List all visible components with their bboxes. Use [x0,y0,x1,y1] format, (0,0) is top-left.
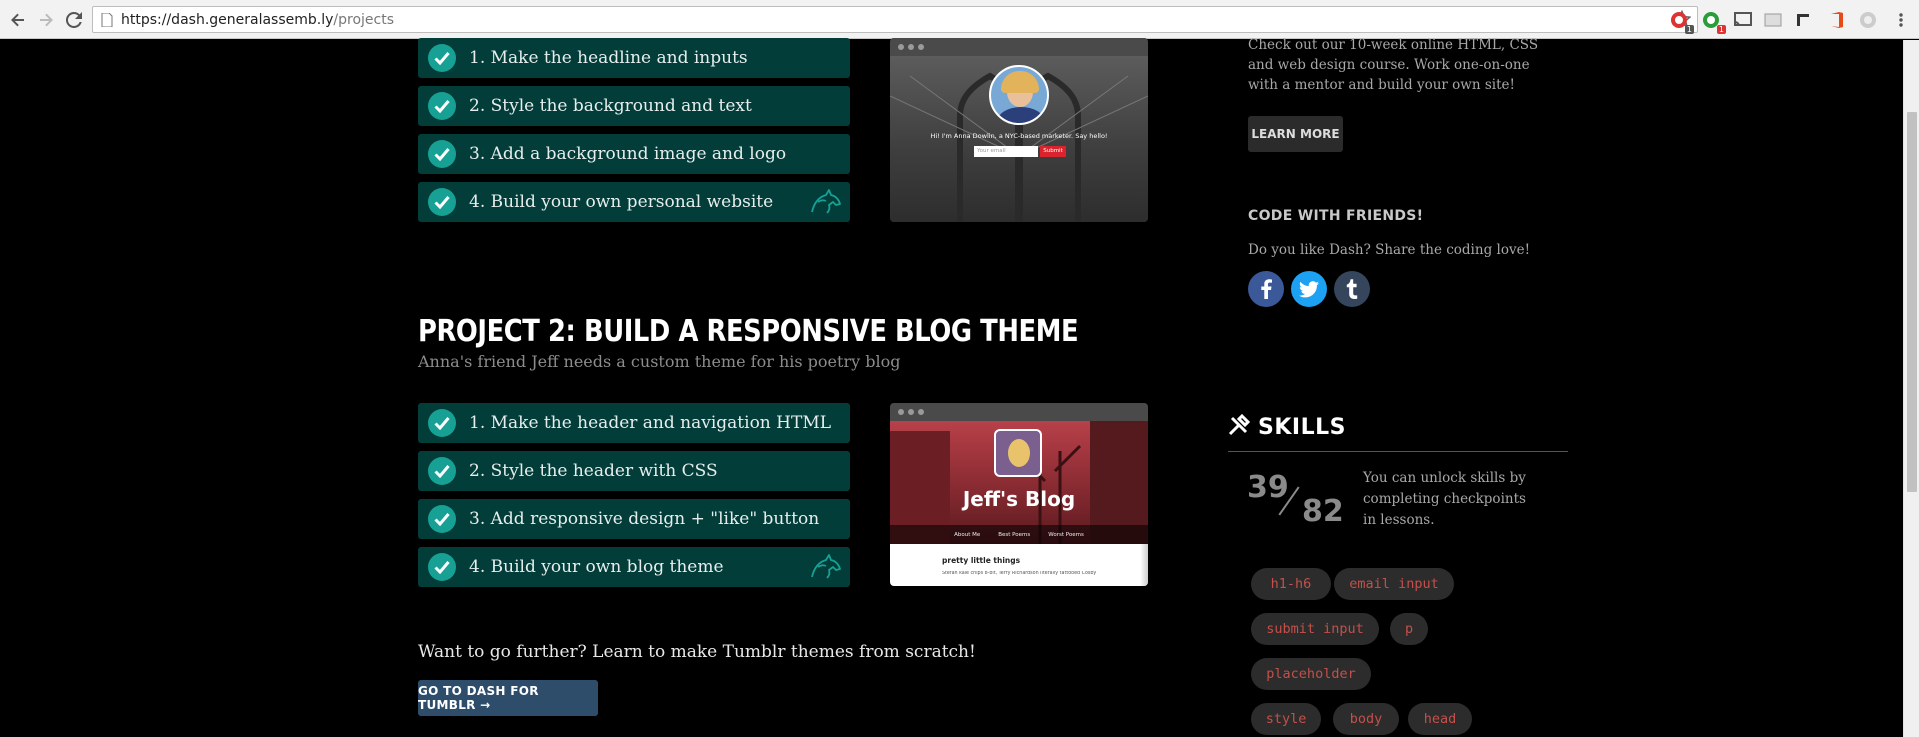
preview-window-bar [890,38,1148,56]
step-label: 2. Style the header with CSS [469,461,718,481]
preview-submit-button: Submit [1040,146,1066,157]
step-label: 4. Build your own personal website [469,192,774,212]
code-with-friends-text: Do you like Dash? Share the coding love! [1248,242,1530,258]
avatar [989,65,1049,125]
scrollbar[interactable] [1903,40,1919,737]
cast-icon[interactable] [1732,9,1754,31]
checkmark-icon [428,44,456,72]
divider [1228,451,1568,452]
project1-step[interactable]: 2. Style the background and text [418,86,850,126]
checkmark-icon [428,457,456,485]
dash-for-tumblr-button[interactable]: GO TO DASH FOR TUMBLR → [418,680,598,716]
project1-step[interactable]: 3. Add a background image and logo [418,134,850,174]
skills-total-count: 82 [1302,494,1344,529]
checkmark-icon [428,188,456,216]
preview-post-title: pretty little things [942,556,1021,565]
project1-step[interactable]: 1. Make the headline and inputs [418,38,850,78]
learn-more-button[interactable]: LEARN MORE [1248,116,1343,152]
horse-icon [808,188,842,220]
skill-tag[interactable]: p [1390,613,1428,645]
vpn-extension-icon[interactable] [1857,9,1879,31]
tumblr-icon[interactable] [1334,271,1370,307]
browser-toolbar: https://dash.generalassemb.ly/projects 1… [0,0,1919,39]
grammar-extension-icon[interactable]: 1 [1700,9,1726,34]
screenshot-extension-icon[interactable] [1762,9,1784,31]
skill-tag[interactable]: h1-h6 [1251,568,1331,600]
project2-title: PROJECT 2: BUILD A RESPONSIVE BLOG THEME [418,314,1079,349]
adblock-extension-icon[interactable]: 1 [1668,9,1694,34]
skill-tag[interactable]: head [1408,703,1472,735]
back-icon[interactable] [6,8,30,32]
preview-nav-item: Best Poems [998,531,1031,538]
preview-window-bar [890,403,1148,421]
checkmark-icon [428,409,456,437]
blog-post: pretty little things Stefan kale chips 8… [890,544,1148,586]
further-text: Want to go further? Learn to make Tumblr… [418,642,976,662]
project2-step[interactable]: 3. Add responsive design + "like" button [418,499,850,539]
step-label: 4. Build your own blog theme [469,557,724,577]
ext-badge: 1 [1716,25,1726,34]
blog-avatar [994,429,1042,477]
checkmark-icon [428,505,456,533]
preview-nav-item: About Me [954,531,981,538]
skill-tag[interactable]: submit input [1251,613,1379,645]
skills-unlocked-count: 39 [1247,470,1289,505]
address-bar[interactable]: https://dash.generalassemb.ly/projects [92,6,1698,33]
url-path: /projects [333,12,395,28]
project2-step[interactable]: 4. Build your own blog theme [418,547,850,587]
preview-blog-title: Jeff's Blog [962,487,1076,511]
skill-tag[interactable]: email input [1334,568,1454,600]
skill-tag[interactable]: placeholder [1251,658,1371,690]
project1-step[interactable]: 4. Build your own personal website [418,182,850,222]
checkmark-icon [428,553,456,581]
menu-icon[interactable] [1890,9,1912,31]
checkmark-icon [428,92,456,120]
code-extension-icon[interactable] [1792,9,1814,31]
step-label: 3. Add a background image and logo [469,144,787,164]
preview-nav-item: Worst Poems [1048,531,1084,538]
scrollbar-thumb[interactable] [1907,112,1917,492]
url-text: https://dash.generalassemb.ly/projects [121,12,394,28]
project2-subtitle: Anna's friend Jeff needs a custom theme … [418,352,901,371]
preview-email-field: Your email [974,146,1038,157]
skills-header: SKILLS [1228,413,1346,440]
project1-preview: Hi! I'm Anna Dowlin, a NYC-based markete… [890,38,1148,222]
skills-unlock-text: You can unlock skills by completing chec… [1363,470,1526,528]
skill-tag[interactable]: style [1251,703,1321,735]
preview-blog-nav: About Me Best Poems Worst Poems [890,525,1148,544]
project2-step[interactable]: 1. Make the header and navigation HTML [418,403,850,443]
url-host: https://dash.generalassemb.ly [121,12,334,28]
horse-icon [808,553,842,585]
step-label: 3. Add responsive design + "like" button [469,509,820,529]
project2-preview: Jeff's Blog About Me Best Poems Worst Po… [890,403,1148,586]
skills-heading: SKILLS [1258,414,1346,440]
checkmark-icon [428,140,456,168]
step-label: 1. Make the headline and inputs [469,48,748,68]
skill-tag[interactable]: body [1333,703,1399,735]
project2-step[interactable]: 2. Style the header with CSS [418,451,850,491]
reload-icon[interactable] [62,8,86,32]
forward-icon[interactable] [34,8,58,32]
ext-badge: 1 [1684,25,1694,34]
office-extension-icon[interactable] [1826,9,1848,31]
course-promo-text: Check out our 10-week online HTML, CSS a… [1248,37,1539,93]
page-icon [101,13,113,27]
preview-post-text: Stefan kale chips 8-bit, Terry Richardso… [942,571,1097,576]
twitter-icon[interactable] [1291,271,1327,307]
step-label: 2. Style the background and text [469,96,752,116]
bridge-background: Hi! I'm Anna Dowlin, a NYC-based markete… [890,56,1148,222]
step-label: 1. Make the header and navigation HTML [469,413,832,433]
facebook-icon[interactable] [1248,271,1284,307]
preview-tagline: Hi! I'm Anna Dowlin, a NYC-based markete… [930,132,1108,140]
code-with-friends-heading: CODE WITH FRIENDS! [1248,208,1424,224]
blog-header: Jeff's Blog About Me Best Poems Worst Po… [890,421,1148,544]
tools-icon [1228,413,1251,440]
